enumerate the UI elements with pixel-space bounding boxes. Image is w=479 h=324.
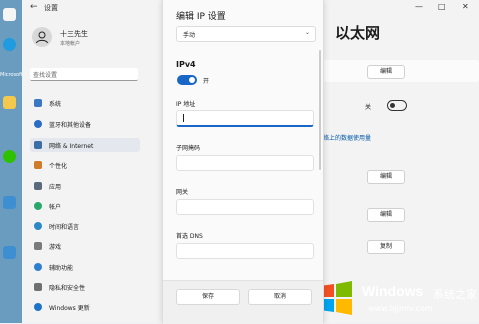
watermark-url: www.bjjmlv.com xyxy=(368,304,433,313)
wifi-icon xyxy=(34,141,42,149)
sidebar-item-label: Windows 更新 xyxy=(49,305,90,312)
dialog-scrollbar[interactable] xyxy=(319,50,321,170)
update-icon xyxy=(34,303,42,311)
sidebar-item-accessibility[interactable]: 辅助功能 xyxy=(30,260,140,274)
watermark: Windows 系统之家 www.bjjmlv.com xyxy=(308,274,479,323)
sidebar-item-label: 辅助功能 xyxy=(49,265,74,272)
ipv4-toggle[interactable] xyxy=(177,75,197,85)
sidebar-item-time-language[interactable]: 时间和语言 xyxy=(30,219,140,233)
watermark-brand: Windows xyxy=(362,283,424,299)
apps-icon xyxy=(34,182,42,190)
sidebar-item-label: 隐私和安全性 xyxy=(49,285,86,292)
subnet-mask-label: 子网掩码 xyxy=(176,145,201,152)
edit-button[interactable]: 编辑 xyxy=(367,170,405,184)
settings-window: ← 设置 — □ ✕ 十三先生 本地帐户 查找设置 系统 蓝牙和其他设备 网络 … xyxy=(22,0,479,324)
gateway-label: 网关 xyxy=(176,189,189,196)
sidebar-item-label: 时间和语言 xyxy=(49,224,80,231)
ip-mode-dropdown[interactable]: 手动 ⌄ xyxy=(176,26,316,42)
dialog-title: 编辑 IP 设置 xyxy=(176,12,226,22)
wechat-icon[interactable] xyxy=(3,150,16,163)
sidebar-item-label: 系统 xyxy=(49,101,62,108)
gateway-input[interactable] xyxy=(176,199,314,215)
dropdown-value: 手动 xyxy=(183,32,196,39)
watermark-tagline: 系统之家 xyxy=(433,288,477,301)
sidebar-item-network[interactable]: 网络 & Internet xyxy=(30,138,140,152)
folder-icon[interactable] xyxy=(3,96,16,109)
text-caret xyxy=(183,114,184,122)
sidebar-item-gaming[interactable]: 游戏 xyxy=(30,239,140,253)
metered-toggle[interactable] xyxy=(387,100,407,111)
cancel-button[interactable]: 取消 xyxy=(248,289,312,305)
system-icon xyxy=(34,99,42,107)
ip-address-label: IP 地址 xyxy=(176,101,196,108)
toggle-knob xyxy=(189,77,195,83)
toggle-state-label: 开 xyxy=(203,78,210,85)
accessibility-icon xyxy=(34,263,42,271)
user-name: 十三先生 xyxy=(60,30,88,38)
sidebar-item-label: 应用 xyxy=(49,184,62,191)
search-placeholder: 查找设置 xyxy=(33,72,58,79)
dialog-footer: 保存 取消 xyxy=(163,280,323,324)
bluetooth-icon xyxy=(34,120,42,128)
sidebar-item-system[interactable]: 系统 xyxy=(30,96,140,110)
page-title: 以太网 xyxy=(335,24,381,42)
desktop-app-icon[interactable] xyxy=(3,8,16,21)
save-button[interactable]: 保存 xyxy=(176,289,240,305)
monitor-icon[interactable] xyxy=(3,196,16,209)
sidebar-item-label: 网络 & Internet xyxy=(49,143,94,150)
edit-ip-dialog: 编辑 IP 设置 手动 ⌄ IPv4 开 IP 地址 子网掩码 网关 首选 DN… xyxy=(162,0,324,324)
toggle-knob xyxy=(390,103,395,108)
chevron-down-icon: ⌄ xyxy=(304,29,310,36)
sidebar-item-label: 个性化 xyxy=(49,163,68,170)
sidebar-item-personalization[interactable]: 个性化 xyxy=(30,158,140,172)
copy-button[interactable]: 复制 xyxy=(367,240,405,254)
edit-button[interactable]: 编辑 xyxy=(367,65,405,79)
shield-icon xyxy=(34,283,42,291)
sidebar-item-apps[interactable]: 应用 xyxy=(30,179,140,193)
app-title: 设置 xyxy=(44,4,58,12)
sidebar-item-windows-update[interactable]: Windows 更新 xyxy=(30,300,140,314)
subnet-mask-input[interactable] xyxy=(176,155,314,171)
ipv4-heading: IPv4 xyxy=(176,60,196,69)
desktop-background: Microsoft xyxy=(0,0,23,323)
sidebar-item-label: 帐户 xyxy=(49,204,62,211)
ip-address-input[interactable] xyxy=(176,110,314,127)
account-icon xyxy=(34,202,42,210)
edit-button[interactable]: 编辑 xyxy=(367,208,405,222)
user-account-type: 本地帐户 xyxy=(60,41,81,47)
sidebar-item-label: 蓝牙和其他设备 xyxy=(49,122,92,129)
monitor-icon-2[interactable] xyxy=(3,246,16,259)
sidebar-item-bluetooth[interactable]: 蓝牙和其他设备 xyxy=(30,117,140,131)
preferred-dns-input[interactable] xyxy=(176,243,314,259)
preferred-dns-label: 首选 DNS xyxy=(176,233,203,240)
user-icon xyxy=(36,31,48,44)
brush-icon xyxy=(34,161,42,169)
sidebar-item-accounts[interactable]: 帐户 xyxy=(30,199,140,213)
gamepad-icon xyxy=(34,242,42,250)
edge-icon[interactable] xyxy=(3,38,16,51)
search-input[interactable]: 查找设置 xyxy=(30,68,138,81)
sidebar-item-label: 游戏 xyxy=(49,244,62,251)
sidebar-item-privacy[interactable]: 隐私和安全性 xyxy=(30,280,140,294)
avatar[interactable] xyxy=(32,27,52,47)
back-arrow-icon[interactable]: ← xyxy=(30,2,38,12)
desktop-label: Microsoft xyxy=(0,72,23,78)
globe-icon xyxy=(34,222,42,230)
toggle-state-label: 关 xyxy=(365,104,372,111)
